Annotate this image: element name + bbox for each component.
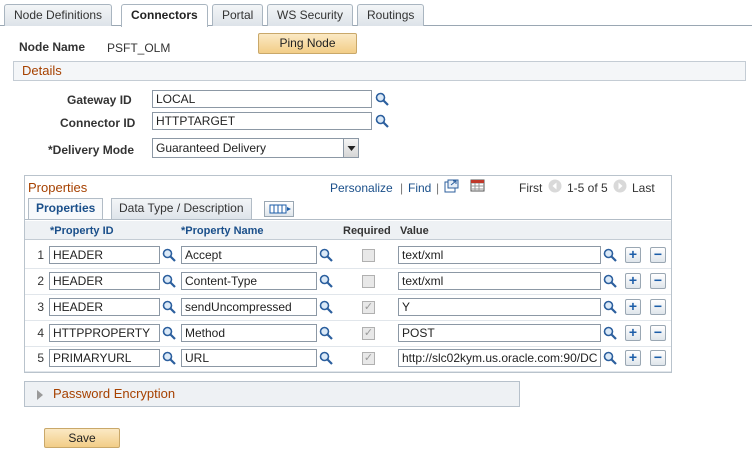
magnifier-icon[interactable]	[319, 326, 333, 343]
property-id-field[interactable]: HEADER	[49, 298, 160, 316]
new-window-icon[interactable]	[444, 179, 459, 193]
property-name-field[interactable]: Accept	[181, 246, 317, 264]
required-checkbox	[362, 249, 375, 262]
gateway-id-label: Gateway ID	[67, 93, 132, 107]
property-name-field[interactable]: Content-Type	[181, 272, 317, 290]
property-id-field[interactable]: HTTPPROPERTY	[49, 324, 160, 342]
property-name-field[interactable]: URL	[181, 349, 317, 367]
value-field[interactable]: text/xml	[398, 246, 601, 264]
triangle-right-icon[interactable]	[35, 389, 45, 401]
magnifier-icon[interactable]	[162, 248, 176, 265]
value-field[interactable]: text/xml	[398, 272, 601, 290]
property-name-field[interactable]: sendUncompressed	[181, 298, 317, 316]
column-header-required: Required	[343, 225, 391, 237]
magnifier-icon[interactable]	[162, 351, 176, 368]
previous-arrow-icon	[548, 179, 562, 193]
tab-portal[interactable]: Portal	[212, 4, 264, 26]
node-name-value: PSFT_OLM	[107, 41, 171, 55]
properties-grid-title: Properties	[28, 180, 88, 195]
column-header-value: Value	[400, 225, 429, 237]
check-mark: ✓	[363, 352, 374, 364]
add-row-button[interactable]: +	[625, 247, 641, 263]
tab-properties[interactable]: Properties	[28, 198, 104, 219]
delete-row-button[interactable]: −	[650, 299, 666, 315]
column-header-property-id[interactable]: *Property ID	[50, 225, 114, 237]
magnifier-icon[interactable]	[603, 326, 617, 343]
magnifier-icon[interactable]	[603, 351, 617, 368]
add-row-button[interactable]: +	[625, 299, 641, 315]
required-checkbox	[362, 275, 375, 288]
details-section-header: Details	[13, 61, 746, 81]
toolbar-separator: |	[400, 181, 404, 195]
add-row-button[interactable]: +	[625, 273, 641, 289]
property-name-field[interactable]: Method	[181, 324, 317, 342]
tab-node-definitions[interactable]: Node Definitions	[4, 4, 113, 26]
save-button[interactable]: Save	[44, 428, 120, 448]
column-header-property-name[interactable]: *Property Name	[181, 225, 264, 237]
add-row-button[interactable]: +	[625, 325, 641, 341]
tab-routings[interactable]: Routings	[357, 4, 425, 26]
next-arrow-icon	[613, 179, 627, 193]
property-id-field[interactable]: HEADER	[49, 272, 160, 290]
delivery-mode-label: *Delivery Mode	[48, 143, 135, 157]
property-id-field[interactable]: HEADER	[49, 246, 160, 264]
grid-download-icon[interactable]	[470, 179, 486, 193]
check-mark: ✓	[363, 301, 374, 313]
ping-node-button[interactable]: Ping Node	[258, 33, 357, 54]
magnifier-icon[interactable]	[375, 114, 389, 128]
last-label: Last	[632, 181, 655, 195]
delivery-mode-select[interactable]: Guaranteed Delivery	[152, 138, 359, 158]
magnifier-icon[interactable]	[375, 92, 389, 106]
delete-row-button[interactable]: −	[650, 350, 666, 366]
magnifier-icon[interactable]	[603, 274, 617, 291]
required-checkbox: ✓	[362, 327, 375, 340]
delivery-mode-value: Guaranteed Delivery	[156, 141, 267, 155]
password-encryption-section[interactable]: Password Encryption	[24, 381, 520, 407]
check-mark: ✓	[363, 327, 374, 339]
gateway-id-field[interactable]: LOCAL	[152, 90, 372, 108]
magnifier-icon[interactable]	[603, 248, 617, 265]
required-checkbox: ✓	[362, 301, 375, 314]
tab-ws-security[interactable]: WS Security	[267, 4, 354, 26]
subtab-underline	[25, 219, 671, 220]
row-number: 4	[37, 326, 44, 340]
required-checkbox: ✓	[362, 352, 375, 365]
delete-row-button[interactable]: −	[650, 325, 666, 341]
magnifier-icon[interactable]	[319, 300, 333, 317]
toolbar-separator-2: |	[436, 181, 440, 195]
password-encryption-label: Password Encryption	[53, 386, 176, 401]
magnifier-icon[interactable]	[162, 274, 176, 291]
magnifier-icon[interactable]	[162, 326, 176, 343]
row-number: 5	[37, 351, 44, 365]
row-range: 1-5 of 5	[567, 181, 608, 195]
component-tabs: Node Definitions Connectors Portal WS Se…	[0, 0, 752, 27]
connector-id-field[interactable]: HTTPTARGET	[152, 112, 372, 130]
value-field[interactable]: Y	[398, 298, 601, 316]
show-all-columns-icon[interactable]	[264, 201, 294, 217]
value-field[interactable]: POST	[398, 324, 601, 342]
value-field[interactable]: http://slc02kym.us.oracle.com:90/DC	[398, 349, 601, 367]
tab-connectors[interactable]: Connectors	[121, 4, 208, 27]
personalize-link[interactable]: Personalize	[330, 181, 393, 195]
add-row-button[interactable]: +	[625, 350, 641, 366]
row-number: 3	[37, 300, 44, 314]
chevron-down-icon[interactable]	[343, 139, 358, 157]
magnifier-icon[interactable]	[319, 248, 333, 265]
row-number: 2	[37, 274, 44, 288]
delete-row-button[interactable]: −	[650, 273, 666, 289]
node-name-label: Node Name	[19, 40, 86, 54]
connector-id-label: Connector ID	[60, 116, 136, 130]
row-number: 1	[37, 248, 44, 262]
magnifier-icon[interactable]	[319, 274, 333, 291]
magnifier-icon[interactable]	[162, 300, 176, 317]
tab-data-type-description[interactable]: Data Type / Description	[111, 198, 252, 219]
find-link[interactable]: Find	[408, 181, 431, 195]
magnifier-icon[interactable]	[603, 300, 617, 317]
magnifier-icon[interactable]	[319, 351, 333, 368]
delete-row-button[interactable]: −	[650, 247, 666, 263]
property-id-field[interactable]: PRIMARYURL	[49, 349, 160, 367]
first-label: First	[519, 181, 543, 195]
